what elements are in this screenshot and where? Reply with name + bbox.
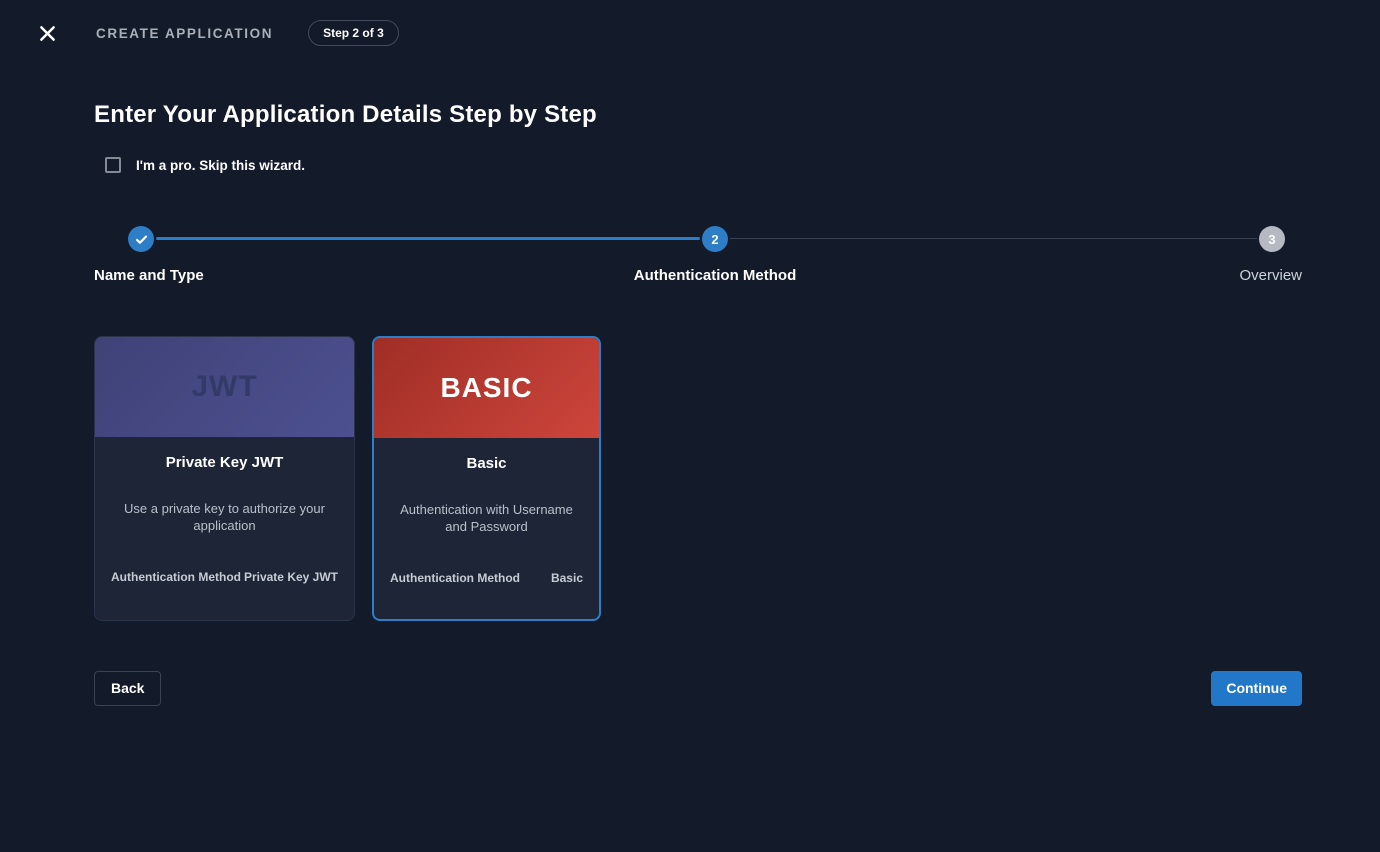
wizard-content: Enter Your Application Details Step by S… (94, 101, 1302, 706)
auth-method-card-basic[interactable]: BASIC Basic Authentication with Username… (372, 336, 601, 621)
step-2-label: Authentication Method (634, 267, 796, 284)
close-button[interactable] (38, 24, 56, 42)
card-meta-value: Private Key JWT (244, 570, 338, 584)
stepper-connector-upcoming (730, 238, 1257, 239)
skip-wizard-checkbox[interactable] (105, 157, 121, 173)
step-3-label: Overview (1239, 267, 1302, 284)
jwt-banner-text: JWT (191, 370, 257, 404)
step-2-indicator-current: 2 (702, 226, 728, 252)
card-body: Basic Authentication with Username and P… (374, 438, 599, 585)
jwt-banner: JWT (95, 337, 354, 437)
step-1-label: Name and Type (94, 267, 204, 284)
card-meta-label: Authentication Method (390, 571, 520, 585)
card-title: Private Key JWT (111, 454, 338, 471)
close-icon (39, 25, 56, 42)
wizard-footer: Back Continue (94, 671, 1302, 706)
skip-wizard-row[interactable]: I'm a pro. Skip this wizard. (105, 157, 1302, 173)
skip-wizard-label: I'm a pro. Skip this wizard. (136, 158, 305, 173)
stepper-connector-completed (156, 237, 700, 240)
card-meta-value: Basic (551, 571, 583, 585)
card-meta-row: Authentication Method Basic (390, 571, 583, 585)
check-icon (135, 233, 148, 246)
card-title: Basic (390, 455, 583, 472)
card-body: Private Key JWT Use a private key to aut… (95, 437, 354, 584)
back-button[interactable]: Back (94, 671, 161, 706)
stepper: 2 3 Name and Type Authentication Method … (94, 226, 1302, 286)
page-title: Enter Your Application Details Step by S… (94, 101, 1302, 129)
basic-banner-text: BASIC (440, 372, 532, 404)
step-1-indicator-completed (128, 226, 154, 252)
continue-button[interactable]: Continue (1211, 671, 1302, 706)
wizard-topbar: CREATE APPLICATION Step 2 of 3 (0, 0, 1380, 66)
step-3-indicator-upcoming: 3 (1259, 226, 1285, 252)
card-description: Authentication with Username and Passwor… (390, 501, 583, 535)
step-progress-badge: Step 2 of 3 (308, 20, 399, 46)
wizard-title: CREATE APPLICATION (96, 26, 273, 41)
auth-method-card-list: JWT Private Key JWT Use a private key to… (94, 336, 1302, 621)
card-description: Use a private key to authorize your appl… (111, 500, 338, 534)
create-application-wizard: CREATE APPLICATION Step 2 of 3 Enter You… (0, 0, 1380, 706)
card-meta-row: Authentication Method Private Key JWT (111, 570, 338, 584)
card-meta-label: Authentication Method (111, 570, 241, 584)
basic-banner: BASIC (374, 338, 599, 438)
auth-method-card-private-key-jwt[interactable]: JWT Private Key JWT Use a private key to… (94, 336, 355, 621)
